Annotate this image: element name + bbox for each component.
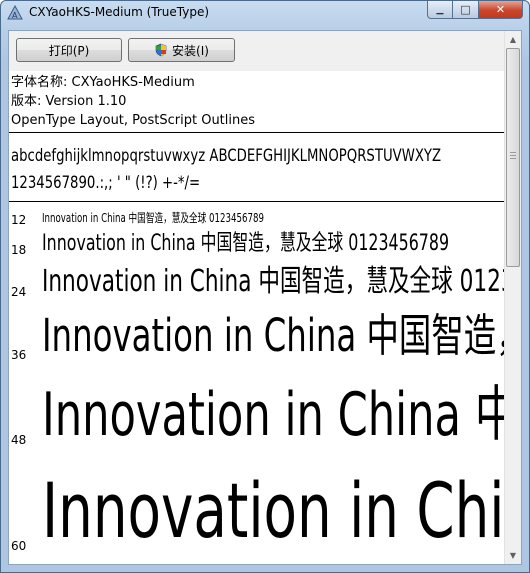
window-title: CXYaoHKS-Medium (TrueType) xyxy=(29,5,210,19)
font-type-line: OpenType Layout, PostScript Outlines xyxy=(11,113,256,128)
print-button[interactable]: 打印(P) xyxy=(16,38,122,62)
sample-text: Innovation in China 中国智造，慧及全球 0123456789 xyxy=(42,211,265,225)
sample-text: Innovation in China 中国智造，慧及全球 0123456789 xyxy=(42,231,450,256)
close-button[interactable]: ✕ xyxy=(479,1,523,19)
minimize-icon: ▁ xyxy=(436,4,444,15)
scrollbar-thumb[interactable] xyxy=(506,48,520,267)
sample-row-48: 48 Innovation in China 中国智造，慧及全球 0123456… xyxy=(9,373,521,453)
sample-row-60: 60 Innovation in China 中国智造，慧及全球 0123456… xyxy=(9,465,521,564)
sample-row-18: 18 Innovation in China 中国智造，慧及全球 0123456… xyxy=(9,231,521,263)
sample-size-label: 36 xyxy=(11,348,27,362)
divider xyxy=(9,201,521,202)
font-preview-panel: 打印(P) 安装(I) 字体名称: CXYaoHKS-Medium 版本: Ve… xyxy=(8,30,522,565)
scroll-down-arrow-icon[interactable]: ▼ xyxy=(505,547,521,564)
install-button-label: 安装(I) xyxy=(172,43,209,58)
maximize-button[interactable]: □ xyxy=(453,1,479,19)
sample-text: Innovation in China 中国智造，慧及全球 0123456789 xyxy=(42,466,521,555)
font-app-icon: A xyxy=(7,5,23,20)
close-icon: ✕ xyxy=(495,3,506,16)
sample-text: Innovation in China 中国智造，慧及全球 0123456789 xyxy=(42,380,521,450)
charset-letters: abcdefghijklmnopqrstuvwxyz ABCDEFGHIJKLM… xyxy=(11,146,442,166)
sample-size-label: 12 xyxy=(11,213,27,227)
font-version-line: 版本: Version 1.10 xyxy=(11,94,127,109)
scrollbar-grip-icon xyxy=(510,152,516,161)
install-button[interactable]: 安装(I) xyxy=(128,38,235,62)
sample-size-label: 48 xyxy=(11,433,27,447)
charset-digits-symbols: 1234567890.:,; ' " (!?) +-*/= xyxy=(11,173,201,193)
font-info: 字体名称: CXYaoHKS-Medium 版本: Version 1.10 O… xyxy=(11,73,255,130)
print-button-label: 打印(P) xyxy=(48,43,90,58)
font-viewer-window: A CXYaoHKS-Medium (TrueType) ▁ □ ✕ 打印(P) xyxy=(0,0,530,573)
sample-row-36: 36 Innovation in China 中国智造，慧及全球 0123456… xyxy=(9,307,521,367)
font-name-line: 字体名称: CXYaoHKS-Medium xyxy=(11,75,195,90)
maximize-icon: □ xyxy=(460,3,471,16)
sample-size-label: 60 xyxy=(11,539,27,553)
sample-text: Innovation in China 中国智造，慧及全球 0123456789 xyxy=(42,264,522,299)
divider xyxy=(9,132,521,133)
svg-text:A: A xyxy=(12,11,18,20)
minimize-button[interactable]: ▁ xyxy=(427,1,453,19)
title-bar[interactable]: A CXYaoHKS-Medium (TrueType) ▁ □ ✕ xyxy=(1,1,529,29)
sample-text: Innovation in China 中国智造，慧及全球 0123456789 xyxy=(42,309,521,362)
sample-size-label: 24 xyxy=(11,285,27,299)
window-controls: ▁ □ ✕ xyxy=(427,1,523,21)
sample-size-label: 18 xyxy=(11,243,27,257)
vertical-scrollbar[interactable]: ▲ ▼ xyxy=(504,31,521,564)
sample-row-24: 24 Innovation in China 中国智造，慧及全球 0123456… xyxy=(9,264,522,305)
scroll-up-arrow-icon[interactable]: ▲ xyxy=(505,31,521,48)
toolbar: 打印(P) 安装(I) xyxy=(9,31,521,71)
uac-shield-icon xyxy=(155,43,167,57)
sample-row-12: 12 Innovation in China 中国智造，慧及全球 0123456… xyxy=(9,209,521,231)
